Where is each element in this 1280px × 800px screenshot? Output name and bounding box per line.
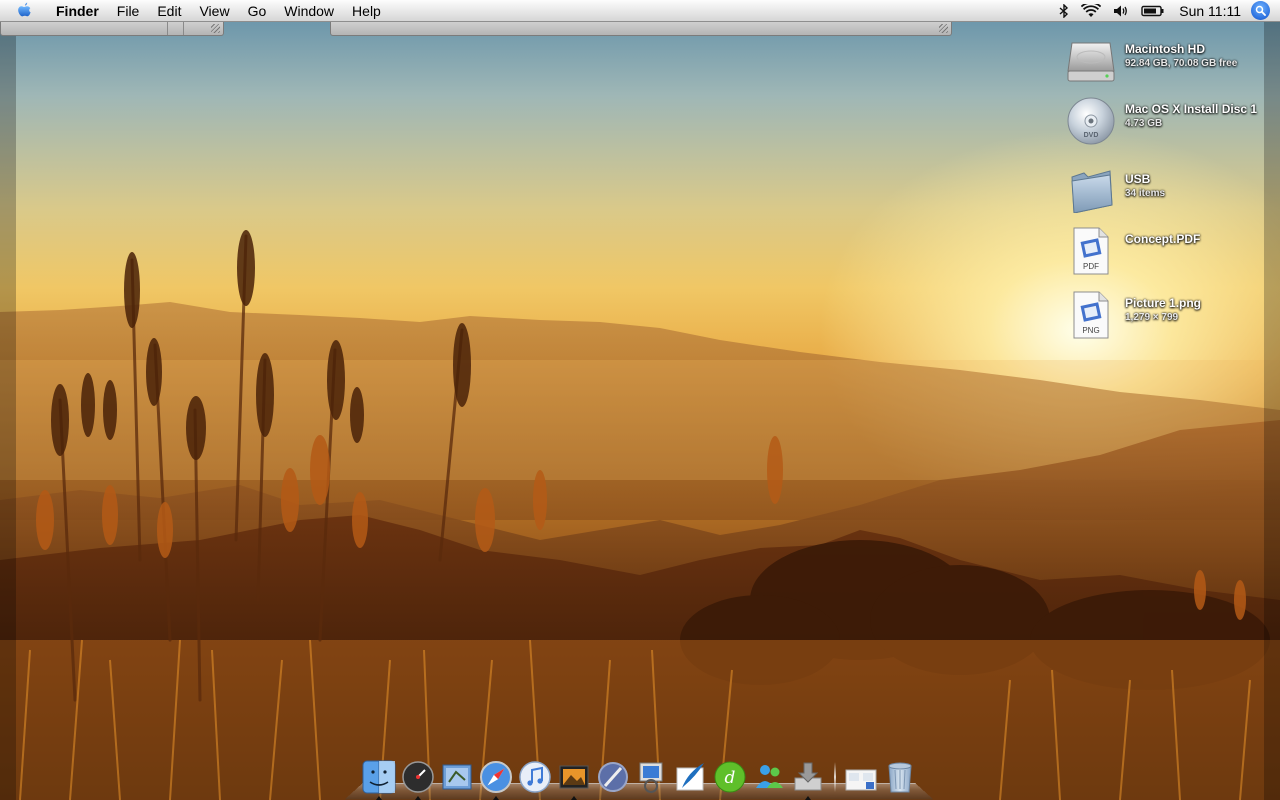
dreamweaver-icon[interactable]: d bbox=[711, 758, 749, 796]
png-document-icon: PNG bbox=[1064, 288, 1118, 342]
dashboard-icon[interactable] bbox=[399, 758, 437, 800]
desktop-item-install-disc[interactable]: DVD Mac OS X Install Disc 1 4.73 GB bbox=[1064, 94, 1274, 148]
battery-icon[interactable] bbox=[1135, 0, 1171, 22]
desktop-item-detail: 92.84 GB, 70.08 GB free bbox=[1125, 58, 1238, 69]
mail-icon[interactable] bbox=[438, 758, 476, 796]
desktop-item-name: Macintosh HD bbox=[1125, 42, 1206, 56]
quill-icon[interactable] bbox=[672, 758, 710, 796]
menu-bar: Finder File Edit View Go Window Help Sun… bbox=[0, 0, 1280, 22]
xcode-icon[interactable] bbox=[594, 758, 632, 796]
apple-menu-icon[interactable] bbox=[16, 1, 36, 21]
png-badge-label: PNG bbox=[1082, 326, 1099, 335]
desktop-item-name: USB bbox=[1125, 172, 1151, 186]
itunes-icon[interactable] bbox=[516, 758, 554, 796]
desktop-item-name: Mac OS X Install Disc 1 bbox=[1125, 102, 1258, 116]
safari-icon[interactable] bbox=[477, 758, 515, 800]
menu-view[interactable]: View bbox=[190, 0, 238, 22]
preview-icon[interactable] bbox=[633, 758, 671, 796]
menu-edit[interactable]: Edit bbox=[148, 0, 190, 22]
background-window-left[interactable] bbox=[0, 22, 224, 36]
menu-finder[interactable]: Finder bbox=[50, 0, 108, 22]
desktop-item-concept-pdf[interactable]: PDF Concept.PDF bbox=[1064, 224, 1274, 278]
wifi-icon[interactable] bbox=[1075, 0, 1107, 22]
desktop-item-name: Concept.PDF bbox=[1125, 232, 1201, 246]
finder-icon[interactable] bbox=[360, 758, 398, 800]
desktop-item-detail: 1,279 × 799 bbox=[1125, 312, 1179, 323]
downloads-icon[interactable] bbox=[789, 758, 827, 800]
desktop-item-detail: 4.73 GB bbox=[1125, 118, 1163, 129]
menu-file[interactable]: File bbox=[108, 0, 149, 22]
desktop-item-usb[interactable]: USB 34 items bbox=[1064, 164, 1274, 218]
resize-grip-icon[interactable] bbox=[939, 24, 948, 33]
menu-clock[interactable]: Sun 11:11 bbox=[1171, 3, 1251, 19]
documents-stack-icon[interactable] bbox=[842, 758, 880, 796]
dock-separator bbox=[834, 762, 836, 792]
bluetooth-icon[interactable] bbox=[1053, 0, 1075, 22]
background-window-center[interactable] bbox=[330, 22, 952, 36]
hard-drive-icon bbox=[1064, 34, 1118, 88]
menu-help[interactable]: Help bbox=[343, 0, 390, 22]
desktop-item-name: Picture 1.png bbox=[1125, 296, 1202, 310]
pdf-badge-label: PDF bbox=[1083, 262, 1099, 271]
desktop-item-picture-png[interactable]: PNG Picture 1.png 1,279 × 799 bbox=[1064, 288, 1274, 342]
folder-icon bbox=[1064, 164, 1118, 218]
trash-icon[interactable] bbox=[881, 758, 919, 796]
dvd-icon: DVD bbox=[1064, 94, 1118, 148]
iphoto-icon[interactable] bbox=[555, 758, 593, 800]
volume-icon[interactable] bbox=[1107, 0, 1135, 22]
desktop-item-macintosh-hd[interactable]: Macintosh HD 92.84 GB, 70.08 GB free bbox=[1064, 34, 1274, 88]
desktop-item-detail: 34 items bbox=[1125, 188, 1166, 199]
messenger-icon[interactable] bbox=[750, 758, 788, 796]
menu-extras: Sun 11:11 bbox=[1053, 0, 1280, 22]
pdf-document-icon: PDF bbox=[1064, 224, 1118, 278]
spotlight-search-icon[interactable] bbox=[1251, 1, 1270, 20]
svg-text:d: d bbox=[725, 768, 736, 788]
svg-text:DVD: DVD bbox=[1084, 132, 1099, 139]
resize-grip-icon[interactable] bbox=[211, 24, 220, 33]
dock: d bbox=[344, 756, 934, 800]
menu-window[interactable]: Window bbox=[275, 0, 343, 22]
menu-go[interactable]: Go bbox=[239, 0, 276, 22]
